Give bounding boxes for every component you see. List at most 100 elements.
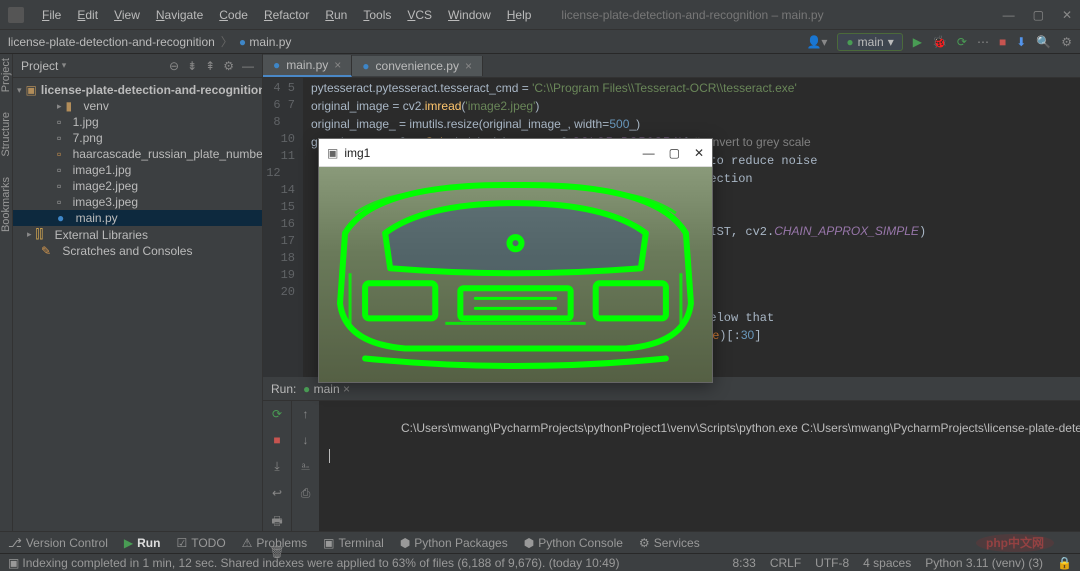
bottom-toolwindow-bar: ⎇ Version Control ▶ Run ☑ TODO ⚠ Problem… bbox=[0, 531, 1080, 553]
trash-icon[interactable]: 🗑 bbox=[269, 545, 284, 559]
editor-tab[interactable]: ●main.py× bbox=[263, 55, 352, 77]
breadcrumb-file[interactable]: main.py bbox=[249, 35, 291, 49]
tree-item[interactable]: ▫ image2.jpeg bbox=[13, 178, 262, 194]
status-bar: ▣ Indexing completed in 1 min, 12 sec. S… bbox=[0, 553, 1080, 571]
image-preview-window[interactable]: ▣ img1 — ▢ ✕ bbox=[318, 138, 713, 383]
caret bbox=[329, 449, 330, 463]
rerun-icon[interactable]: ⟳ bbox=[272, 407, 282, 421]
menu-tools[interactable]: Tools bbox=[357, 6, 397, 24]
menu-view[interactable]: View bbox=[108, 6, 146, 24]
update-icon[interactable]: ⬇ bbox=[1016, 35, 1026, 49]
tree-item[interactable]: ▫ 1.jpg bbox=[13, 114, 262, 130]
rail-bookmarks[interactable]: Bookmarks bbox=[0, 177, 12, 232]
wrap-icon[interactable]: ↩ bbox=[272, 486, 282, 500]
tree-item[interactable]: ▫ 7.png bbox=[13, 130, 262, 146]
status-interpreter[interactable]: Python 3.11 (venv) (3) bbox=[925, 556, 1043, 570]
print-icon[interactable]: 🖶 bbox=[271, 512, 282, 533]
menu-run[interactable]: Run bbox=[319, 6, 353, 24]
status-indent[interactable]: 4 spaces bbox=[863, 556, 911, 570]
export-icon[interactable]: ⎙ bbox=[301, 486, 311, 501]
stop-icon[interactable]: ■ bbox=[999, 35, 1006, 49]
profile-icon[interactable]: ⋯ bbox=[977, 35, 989, 49]
breadcrumb-root[interactable]: license-plate-detection-and-recognition bbox=[8, 35, 215, 49]
tree-external-libraries[interactable]: ▸⫿⫿ External Libraries bbox=[13, 226, 262, 243]
run-config-label: main bbox=[858, 35, 884, 49]
tw-services[interactable]: ⚙ Services bbox=[639, 536, 700, 550]
tw-run[interactable]: ▶ Run bbox=[124, 536, 161, 550]
status-lock-icon[interactable]: 🔒 bbox=[1057, 556, 1072, 570]
status-line-sep[interactable]: CRLF bbox=[770, 556, 801, 570]
search-icon[interactable]: 🔍 bbox=[1036, 35, 1051, 49]
maximize-icon[interactable]: ▢ bbox=[1033, 8, 1044, 22]
menu-refactor[interactable]: Refactor bbox=[258, 6, 315, 24]
tw-python-console[interactable]: ⬢ Python Console bbox=[524, 536, 623, 550]
popup-close-icon[interactable]: ✕ bbox=[694, 146, 704, 160]
popup-icon: ▣ bbox=[327, 146, 338, 160]
hide-icon[interactable]: — bbox=[242, 59, 254, 73]
popup-minimize-icon[interactable]: — bbox=[643, 146, 655, 160]
menu-help[interactable]: Help bbox=[501, 6, 538, 24]
run-icon[interactable]: ▶ bbox=[913, 35, 922, 49]
scroll-icon[interactable]: ⤓ bbox=[274, 459, 279, 474]
minimize-icon[interactable]: — bbox=[1003, 8, 1015, 22]
project-header: Project ▾ ⊖ ⇟ ⇞ ⚙ — bbox=[13, 54, 262, 78]
tree-scratches[interactable]: ✎ Scratches and Consoles bbox=[13, 243, 262, 259]
settings-icon[interactable]: ⚙ bbox=[1061, 35, 1072, 49]
window-title: license-plate-detection-and-recognition … bbox=[561, 8, 823, 22]
status-caret-pos[interactable]: 8:33 bbox=[732, 556, 755, 570]
project-header-label: Project bbox=[21, 59, 58, 73]
popup-image bbox=[319, 167, 712, 382]
popup-maximize-icon[interactable]: ▢ bbox=[669, 146, 680, 160]
user-icon[interactable]: 👤▾ bbox=[806, 35, 827, 49]
menu-edit[interactable]: Edit bbox=[71, 6, 104, 24]
navigation-bar: license-plate-detection-and-recognition … bbox=[0, 30, 1080, 54]
tw-todo[interactable]: ☑ TODO bbox=[176, 536, 225, 550]
locate-icon[interactable]: ⊖ bbox=[169, 59, 179, 73]
filter-icon[interactable]: ⎁ bbox=[301, 459, 311, 474]
popup-titlebar[interactable]: ▣ img1 — ▢ ✕ bbox=[319, 139, 712, 167]
debug-icon[interactable]: 🐞 bbox=[932, 35, 947, 49]
car-contour-illustration bbox=[325, 173, 706, 382]
gutter: 4 5 6 7 8 10 11 12 14 15 16 17 18 19 20 bbox=[263, 78, 303, 377]
status-encoding[interactable]: UTF-8 bbox=[815, 556, 849, 570]
rail-project[interactable]: Project bbox=[0, 58, 12, 92]
app-logo bbox=[8, 7, 24, 23]
status-indexing-icon: ▣ bbox=[8, 556, 19, 570]
tw-version-control[interactable]: ⎇ Version Control bbox=[8, 536, 108, 550]
run-toolbar-2: ↑ ↓ ⎁ ⎙ bbox=[291, 401, 319, 531]
collapse-icon[interactable]: ⇞ bbox=[205, 59, 215, 73]
tree-item[interactable]: ▫ haarcascade_russian_plate_number.xml bbox=[13, 146, 262, 162]
left-tool-rail: Project Structure Bookmarks bbox=[0, 54, 13, 531]
menu-code[interactable]: Code bbox=[213, 6, 254, 24]
run-toolbar: ⟳ ■ ⤓ ↩ 🖶 🗑 bbox=[263, 401, 291, 531]
expand-icon[interactable]: ⇟ bbox=[187, 59, 197, 73]
tree-item[interactable]: ● main.py bbox=[13, 210, 262, 226]
down-icon[interactable]: ↓ bbox=[303, 433, 309, 447]
main-menu: FileEditViewNavigateCodeRefactorRunTools… bbox=[36, 6, 537, 24]
popup-title-text: img1 bbox=[344, 146, 370, 160]
tree-item[interactable]: ▫ image3.jpeg bbox=[13, 194, 262, 210]
coverage-icon[interactable]: ⟳ bbox=[957, 35, 967, 49]
menu-file[interactable]: File bbox=[36, 6, 67, 24]
stop-run-icon[interactable]: ■ bbox=[273, 433, 280, 447]
close-icon[interactable]: ✕ bbox=[1062, 8, 1072, 22]
tw-terminal[interactable]: ▣ Terminal bbox=[323, 536, 384, 550]
tw-python-packages[interactable]: ⬢ Python Packages bbox=[400, 536, 508, 550]
run-config-selector[interactable]: ● main ▾ bbox=[837, 33, 902, 51]
editor-tab[interactable]: ●convenience.py× bbox=[352, 56, 483, 76]
titlebar: FileEditViewNavigateCodeRefactorRunTools… bbox=[0, 0, 1080, 30]
menu-window[interactable]: Window bbox=[442, 6, 497, 24]
run-output[interactable]: C:\Users\mwang\PycharmProjects\pythonPro… bbox=[319, 401, 1080, 531]
menu-vcs[interactable]: VCS bbox=[401, 6, 438, 24]
project-tree: ▾▣ license-plate-detection-and-recogniti… bbox=[13, 78, 262, 263]
menu-navigate[interactable]: Navigate bbox=[150, 6, 209, 24]
run-panel: Run: ● main × ⚙ — ⟳ ■ ⤓ ↩ 🖶 🗑 ↑ bbox=[263, 377, 1080, 531]
tree-item[interactable]: ▫ image1.jpg bbox=[13, 162, 262, 178]
rail-structure[interactable]: Structure bbox=[0, 112, 12, 157]
up-icon[interactable]: ↑ bbox=[303, 407, 309, 421]
gear-icon[interactable]: ⚙ bbox=[223, 59, 234, 73]
editor-tabs: ●main.py×●convenience.py× bbox=[263, 54, 1080, 78]
tree-item[interactable]: ▸▮ venv bbox=[13, 98, 262, 114]
tree-root[interactable]: ▾▣ license-plate-detection-and-recogniti… bbox=[13, 82, 262, 98]
project-pane: Project ▾ ⊖ ⇟ ⇞ ⚙ — ▾▣ license-plate-det… bbox=[13, 54, 263, 531]
